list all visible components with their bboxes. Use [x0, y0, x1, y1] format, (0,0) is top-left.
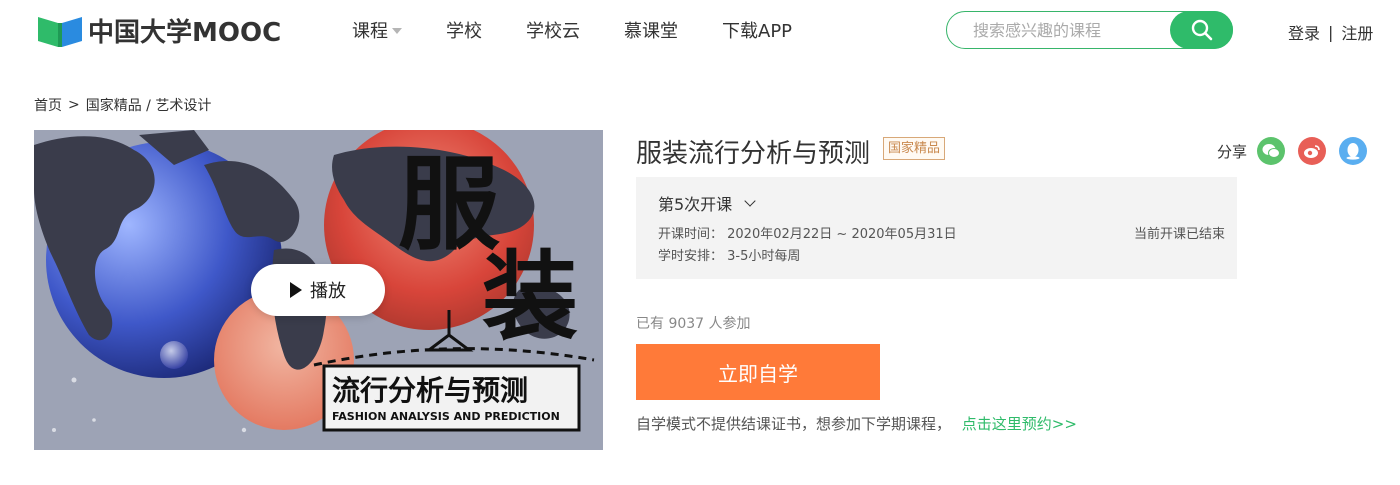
main-nav: 课程 学校 学校云 慕课堂 下载APP — [352, 17, 836, 43]
nav-courses[interactable]: 课程 — [352, 17, 402, 43]
auth-links: 登录 | 注册 — [1288, 20, 1373, 44]
term-hours: 学时安排： 3-5小时每周 — [658, 249, 801, 264]
top-header: 中国大学MOOC 课程 学校 学校云 慕课堂 下载APP 登录 | 注册 — [0, 0, 1400, 64]
caret-down-icon — [392, 28, 402, 34]
wechat-icon[interactable] — [1257, 137, 1286, 165]
poster-english-subtitle: FASHION ANALYSIS AND PREDICTION — [332, 410, 560, 423]
share-label: 分享 — [1217, 142, 1248, 161]
chevron-down-icon — [744, 194, 756, 207]
search-icon — [1191, 19, 1212, 41]
breadcrumb-home[interactable]: 首页 — [34, 95, 62, 115]
nav-mooc-class[interactable]: 慕课堂 — [624, 17, 678, 43]
term-status: 当前开课已结束 — [1133, 227, 1225, 242]
term-selector[interactable]: 第5次开课 — [658, 191, 756, 215]
self-study-note-text: 自学模式不提供结课证书，想参加下学期课程， — [636, 415, 952, 433]
term-label: 第5次开课 — [658, 195, 733, 214]
poster-title-char2: 装 — [482, 241, 578, 353]
play-label: 播放 — [310, 281, 346, 302]
course-title: 服装流行分析与预测 — [636, 139, 871, 169]
login-link[interactable]: 登录 — [1288, 20, 1320, 44]
site-logo[interactable]: 中国大学MOOC — [38, 12, 281, 49]
poster-subtitle: 流行分析与预测 — [332, 374, 528, 407]
weibo-icon[interactable] — [1298, 137, 1327, 165]
national-quality-badge: 国家精品 — [883, 137, 946, 160]
breadcrumb-category[interactable]: 国家精品 / 艺术设计 — [86, 95, 212, 115]
breadcrumb-separator: > — [68, 97, 80, 113]
auth-divider: | — [1328, 22, 1334, 42]
search-box — [946, 11, 1233, 49]
share-bar: 分享 — [1217, 137, 1380, 165]
term-panel: 第5次开课 开课时间： 2020年02月22日 ~ 2020年05月31日 学时… — [636, 177, 1237, 279]
logo-book-icon — [38, 13, 82, 49]
nav-school-cloud[interactable]: 学校云 — [526, 17, 580, 43]
term-time: 开课时间： 2020年02月22日 ~ 2020年05月31日 — [658, 227, 957, 242]
qq-icon[interactable] — [1339, 137, 1368, 165]
nav-download-app[interactable]: 下载APP — [722, 17, 792, 43]
nav-schools[interactable]: 学校 — [446, 17, 482, 43]
participant-count: 已有 9037 人参加 — [636, 316, 751, 332]
course-video-player[interactable]: 服 装 流行分析与预测 FASHION ANALYSIS AND PREDICT… — [34, 130, 603, 450]
play-icon — [290, 282, 302, 298]
reserve-link[interactable]: 点击这里预约>> — [962, 415, 1077, 433]
search-input[interactable] — [971, 12, 1166, 48]
register-link[interactable]: 注册 — [1341, 20, 1373, 44]
nav-courses-label: 课程 — [352, 21, 388, 42]
search-button[interactable] — [1170, 11, 1233, 49]
logo-text: 中国大学MOOC — [88, 18, 282, 48]
play-button[interactable]: 播放 — [251, 264, 385, 316]
breadcrumb: 首页 > 国家精品 / 艺术设计 — [34, 95, 217, 115]
self-study-note: 自学模式不提供结课证书，想参加下学期课程， 点击这里预约>> — [636, 413, 1077, 434]
self-study-button[interactable]: 立即自学 — [636, 344, 880, 400]
